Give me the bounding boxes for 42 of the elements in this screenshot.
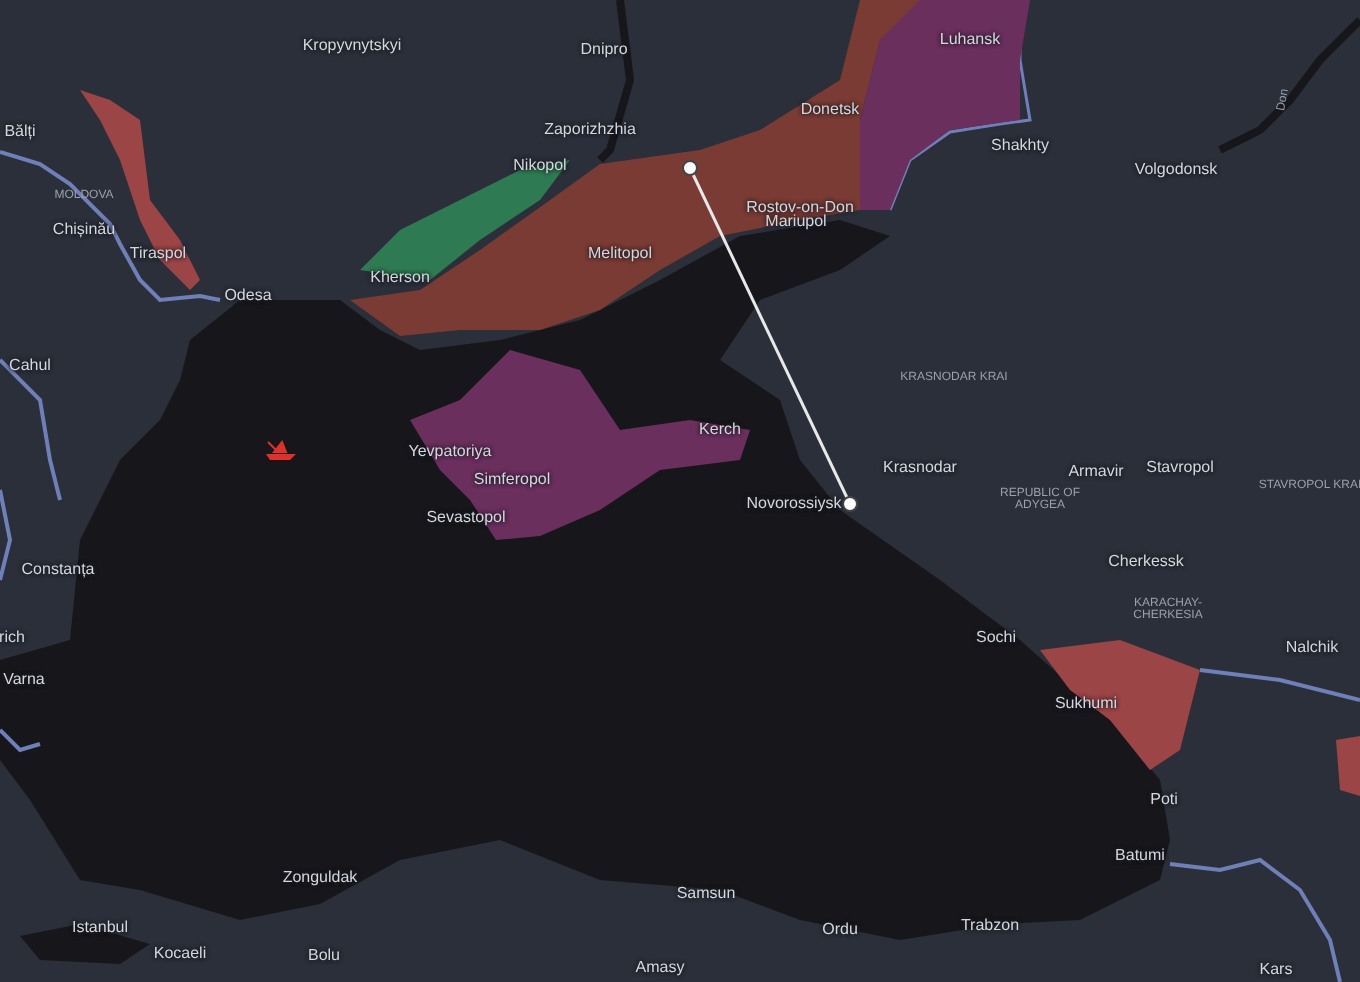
city-label: Dnipro: [580, 42, 628, 58]
city-label: Cahul: [9, 358, 51, 374]
city-label: Istanbul: [71, 920, 129, 936]
city-label: Volgodonsk: [1134, 162, 1218, 178]
city-label: Bălți: [4, 124, 36, 140]
city-label: Melitopol: [588, 246, 652, 262]
city-label: Luhansk: [939, 32, 1001, 48]
city-label: Varna: [3, 672, 45, 688]
city-label: Simferopol: [473, 472, 551, 488]
city-label: Sevastopol: [426, 510, 506, 526]
city-label: Zonguldak: [282, 870, 358, 886]
city-label: Mariupol: [765, 214, 827, 230]
city-label: Kropyvnytskyi: [302, 38, 402, 54]
city-label: Sochi: [976, 630, 1016, 646]
city-label: rich: [0, 630, 25, 646]
city-label: Bolu: [308, 948, 340, 964]
city-label: Constanța: [21, 562, 95, 578]
city-label: Ordu: [822, 922, 858, 938]
city-label: Samsun: [676, 886, 736, 902]
map-view[interactable]: [0, 0, 1360, 982]
city-label: Rostov-on-Don: [746, 200, 854, 216]
city-label: Amasy: [635, 960, 685, 976]
city-label: Kerch: [699, 422, 741, 438]
city-label: Kherson: [370, 270, 430, 286]
city-label: Zaporizhzhia: [544, 122, 636, 138]
city-label: Nikopol: [513, 158, 567, 174]
city-label: Poti: [1150, 792, 1178, 808]
city-label: Odesa: [224, 288, 272, 304]
city-label: Batumi: [1115, 848, 1165, 864]
city-label: Kocaeli: [153, 946, 207, 962]
city-label: Novorossiysk: [746, 496, 842, 512]
city-label: Kars: [1259, 962, 1293, 978]
city-label: Nalchik: [1285, 640, 1339, 656]
city-label: Shakhty: [991, 138, 1049, 154]
city-label: Donetsk: [800, 102, 860, 118]
city-label: Stavropol: [1146, 460, 1214, 476]
city-label: Krasnodar: [883, 460, 957, 476]
city-label: Armavir: [1068, 464, 1124, 480]
ship-icon[interactable]: [266, 440, 296, 460]
city-label: Cherkessk: [1108, 554, 1184, 570]
city-label: Trabzon: [960, 918, 1020, 934]
city-label: Yevpatoriya: [408, 444, 492, 460]
